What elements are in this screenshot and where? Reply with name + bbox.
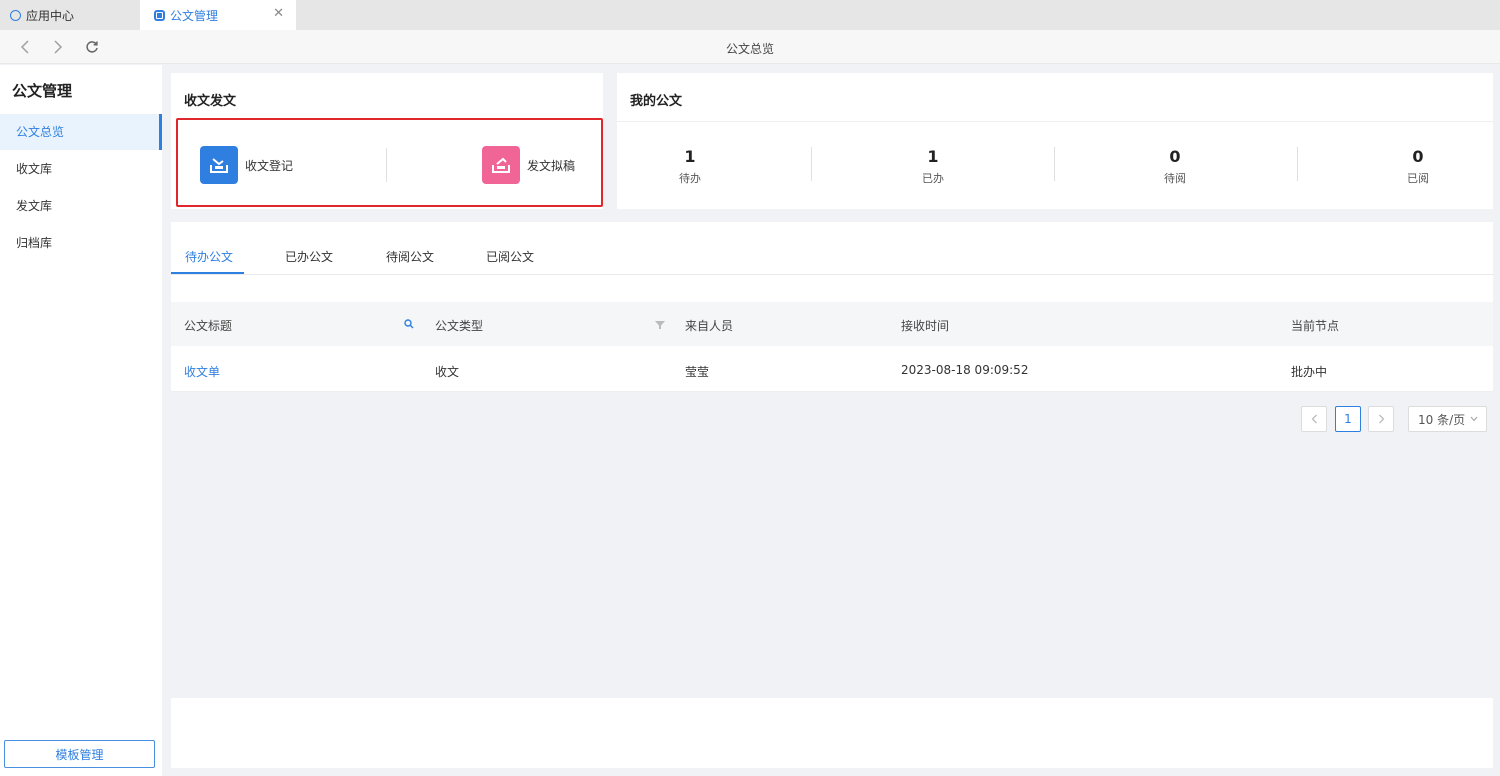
tab-document-management[interactable]: 公文管理 ✕ [140, 0, 296, 30]
my-documents-card: 我的公文 [617, 73, 1493, 209]
receive-register-label: 收文登记 [245, 158, 294, 173]
stat-value: 0 [1169, 147, 1181, 166]
stat-value: 0 [1412, 147, 1424, 166]
page-size-select[interactable]: 10 条/页 [1408, 406, 1487, 432]
column-header-type: 公文类型 [435, 319, 484, 333]
stat-todo[interactable]: 1 待办 [630, 147, 750, 186]
received-time-cell: 2023-08-18 09:09:52 [901, 363, 1029, 377]
receive-register-button[interactable]: 收文登记 [200, 146, 293, 184]
inbox-tray-icon [200, 146, 238, 184]
current-node-cell: 批办中 [1291, 365, 1328, 379]
tab-label: 公文管理 [170, 8, 219, 23]
tab-done-documents[interactable]: 已办公文 [285, 248, 333, 265]
sidebar-item-archive-library[interactable]: 归档库 [0, 225, 162, 261]
document-title-link[interactable]: 收文单 [184, 363, 220, 380]
divider [811, 147, 812, 181]
row-divider [171, 391, 1493, 392]
document-app-icon [154, 9, 165, 21]
outbox-tray-icon [482, 146, 520, 184]
divider [617, 121, 1493, 122]
stat-read[interactable]: 0 已阅 [1358, 147, 1478, 186]
page-title: 公文总览 [725, 42, 774, 56]
divider [386, 148, 387, 182]
template-management-button[interactable]: 模板管理 [4, 740, 155, 768]
column-header-current-node: 当前节点 [1291, 319, 1340, 333]
window-tab-bar: 应用中心 公文管理 ✕ [0, 0, 1500, 30]
stat-label: 待阅 [1164, 172, 1186, 185]
draft-document-button[interactable]: 发文拟稿 [482, 146, 575, 184]
tab-to-read-documents[interactable]: 待阅公文 [386, 248, 434, 265]
stat-done[interactable]: 1 已办 [873, 147, 993, 186]
divider [1297, 147, 1298, 181]
stat-label: 待办 [679, 172, 701, 185]
sidebar-item-overview[interactable]: 公文总览 [0, 114, 162, 150]
next-page-button[interactable] [1368, 406, 1394, 432]
stat-value: 1 [927, 147, 939, 166]
active-tab-indicator [171, 272, 244, 274]
tab-label: 应用中心 [26, 8, 75, 23]
search-icon[interactable] [404, 318, 414, 332]
column-header-title: 公文标题 [184, 319, 233, 333]
from-person-cell: 莹莹 [685, 365, 710, 379]
sidebar-item-received-library[interactable]: 收文库 [0, 151, 162, 187]
bottom-panel [171, 698, 1493, 768]
stat-value: 1 [684, 147, 696, 166]
divider [1054, 147, 1055, 181]
tab-app-center[interactable]: 应用中心 [0, 0, 140, 30]
chevron-down-icon [1470, 416, 1478, 422]
document-type-cell: 收文 [435, 365, 460, 379]
filter-icon[interactable] [655, 319, 665, 333]
tab-todo-documents[interactable]: 待办公文 [185, 248, 233, 265]
close-icon[interactable]: ✕ [273, 6, 284, 21]
stat-label: 已阅 [1407, 172, 1429, 185]
card-title: 我的公文 [630, 94, 683, 109]
document-tabs: 待办公文 已办公文 待阅公文 已阅公文 [171, 222, 1493, 275]
page-number-button[interactable]: 1 [1335, 406, 1361, 432]
column-header-received-time: 接收时间 [901, 319, 950, 333]
toolbar: 公文总览 [0, 30, 1500, 64]
sidebar-title: 公文管理 [12, 82, 73, 100]
tab-read-documents[interactable]: 已阅公文 [486, 248, 534, 265]
sidebar-item-sent-library[interactable]: 发文库 [0, 188, 162, 224]
stat-label: 已办 [922, 172, 944, 185]
sidebar: 公文管理 公文总览 收文库 发文库 归档库 模板管理 [0, 65, 162, 776]
prev-page-button[interactable] [1301, 406, 1327, 432]
column-header-from: 来自人员 [685, 319, 734, 333]
stat-to-read[interactable]: 0 待阅 [1115, 147, 1235, 186]
card-title: 收文发文 [184, 94, 237, 109]
page-size-value: 10 条/页 [1418, 412, 1466, 427]
app-center-icon [10, 9, 21, 21]
draft-document-label: 发文拟稿 [527, 158, 576, 173]
